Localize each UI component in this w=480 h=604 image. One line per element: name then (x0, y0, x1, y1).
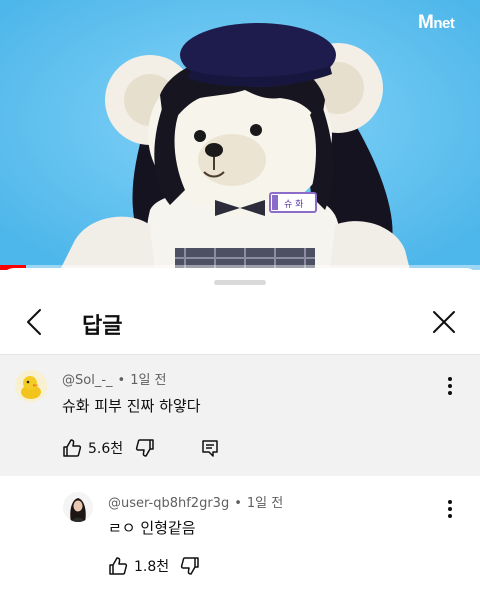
duck-avatar-icon (15, 370, 47, 402)
thumbs-up-icon (63, 439, 82, 457)
more-options-button[interactable] (440, 496, 460, 522)
comment-time: 1일 전 (130, 373, 167, 388)
avatar[interactable] (15, 370, 47, 402)
thumbs-down-icon (180, 557, 199, 575)
like-button[interactable]: 5.6천 (62, 436, 123, 460)
video-player[interactable]: 슈 화 Mnet (0, 0, 480, 270)
reply-meta: @user-qb8hf2gr3g • 1일 전 (108, 496, 284, 511)
dislike-button[interactable] (135, 436, 155, 460)
reply-time: 1일 전 (246, 496, 284, 511)
user-avatar-icon (63, 492, 93, 522)
parent-comment: @Sol_-_ • 1일 전 슈화 피부 진짜 하얗다 5.6천 (0, 355, 480, 476)
back-button[interactable] (18, 302, 54, 342)
drag-handle[interactable] (214, 280, 266, 285)
comment-text: 슈화 피부 진짜 하얗다 (62, 397, 201, 415)
close-icon (433, 311, 455, 333)
more-options-button[interactable] (440, 373, 460, 399)
more-vertical-icon (448, 500, 452, 518)
name-tag-text: 슈 화 (284, 199, 303, 210)
like-button[interactable]: 1.8천 (108, 554, 169, 578)
reply-button[interactable] (200, 436, 220, 460)
chevron-left-icon (27, 309, 41, 335)
page-title: 답글 (82, 314, 123, 339)
like-count: 5.6천 (88, 441, 124, 457)
sheet-header: 답글 (0, 290, 480, 354)
mnet-watermark: Mnet (418, 12, 455, 33)
reply-author[interactable]: @user-qb8hf2gr3g (108, 496, 229, 511)
like-count: 1.8천 (134, 559, 170, 575)
comment-reply-icon (202, 440, 218, 457)
dislike-button[interactable] (180, 554, 200, 578)
close-button[interactable] (426, 302, 462, 342)
comment-meta: @Sol_-_ • 1일 전 (62, 373, 167, 388)
comment-author[interactable]: @Sol_-_ (62, 373, 113, 388)
reply-comment: @user-qb8hf2gr3g • 1일 전 ㄹㅇ 인형같음 1.8천 (0, 476, 480, 604)
video-frame: 슈 화 (0, 0, 480, 270)
thumbs-up-icon (109, 557, 128, 575)
reply-text: ㄹㅇ 인형같음 (108, 519, 196, 537)
avatar[interactable] (63, 492, 93, 522)
thumbs-down-icon (135, 439, 154, 457)
replies-sheet: 답글 @Sol_-_ • 1일 전 슈화 피부 진짜 하얗다 5.6천 @use… (0, 268, 480, 604)
more-vertical-icon (448, 377, 452, 395)
